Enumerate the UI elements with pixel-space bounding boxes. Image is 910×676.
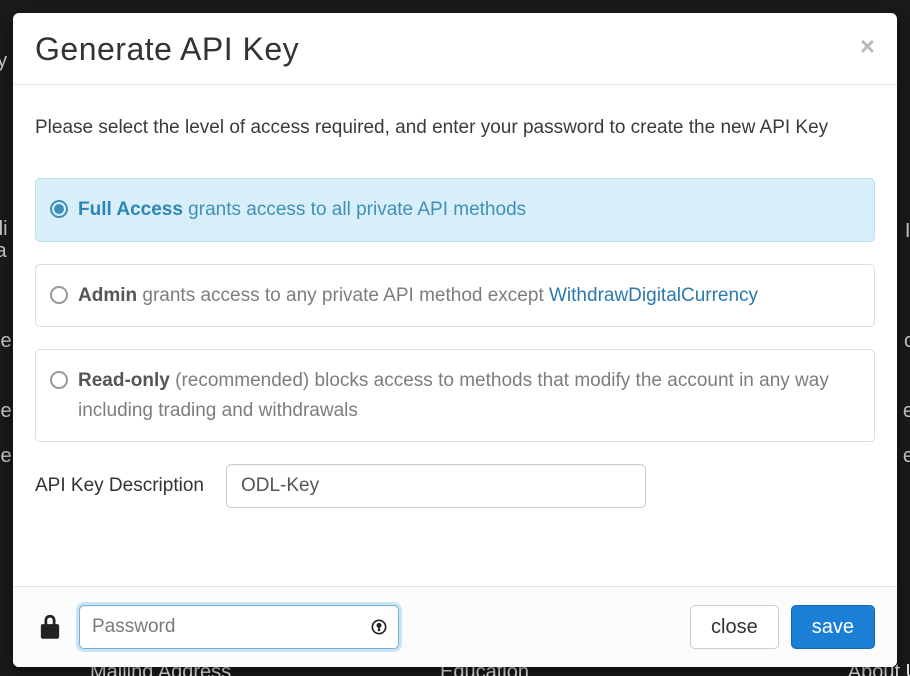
description-input[interactable]	[226, 464, 646, 508]
option-readonly[interactable]: Read-only (recommended) blocks access to…	[35, 349, 875, 442]
option-desc: grants access to any private API method …	[137, 285, 549, 306]
option-admin[interactable]: Admin grants access to any private API m…	[35, 264, 875, 327]
radio-icon	[50, 286, 68, 304]
option-text: Full Access grants access to all private…	[78, 195, 856, 224]
option-text: Read-only (recommended) blocks access to…	[78, 366, 856, 425]
key-icon	[369, 617, 389, 637]
save-button[interactable]: save	[791, 605, 875, 649]
bg-text: De	[0, 445, 12, 468]
password-input[interactable]	[79, 605, 399, 649]
radio-icon	[50, 371, 68, 389]
modal-header: Generate API Key ×	[13, 13, 897, 85]
bg-text: ey	[0, 50, 7, 73]
close-icon[interactable]: ×	[860, 31, 875, 59]
option-name: Read-only	[78, 370, 170, 391]
option-link: WithdrawDigitalCurrency	[549, 285, 758, 306]
close-button[interactable]: close	[690, 605, 779, 649]
option-desc: grants access to all private API methods	[183, 199, 526, 220]
bg-text: e	[903, 445, 910, 468]
password-wrapper	[79, 605, 399, 649]
option-hint: (recommended)	[170, 370, 309, 391]
description-row: API Key Description	[35, 464, 875, 508]
option-name: Admin	[78, 285, 137, 306]
option-text: Admin grants access to any private API m…	[78, 281, 856, 310]
bg-text: di	[0, 218, 8, 241]
modal-body: Please select the level of access requir…	[13, 85, 897, 586]
bg-text: De	[0, 400, 12, 423]
bg-text: c	[904, 330, 910, 353]
bg-text: II	[905, 220, 910, 243]
lock-icon	[39, 614, 61, 640]
option-full-access[interactable]: Full Access grants access to all private…	[35, 178, 875, 241]
bg-text: De	[0, 330, 12, 353]
bg-text: ta	[0, 240, 7, 263]
radio-icon	[50, 200, 68, 218]
description-label: API Key Description	[35, 475, 204, 497]
modal-footer: close save	[13, 586, 897, 667]
option-name: Full Access	[78, 199, 183, 220]
bg-text: e	[903, 400, 910, 423]
generate-api-key-modal: Generate API Key × Please select the lev…	[13, 13, 897, 667]
modal-title: Generate API Key	[35, 31, 299, 68]
instruction-text: Please select the level of access requir…	[35, 113, 875, 142]
